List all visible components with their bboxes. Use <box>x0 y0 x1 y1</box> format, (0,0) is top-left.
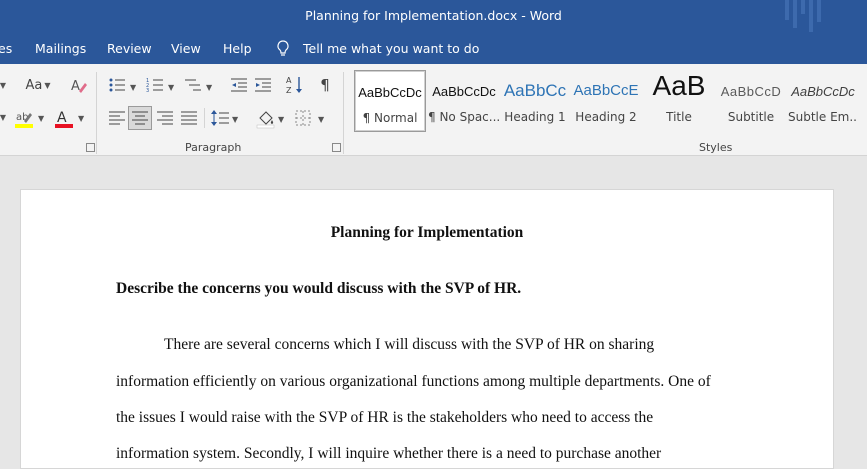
justify-icon[interactable] <box>180 109 198 127</box>
document-page[interactable]: Planning for Implementation Describe the… <box>20 189 834 469</box>
title-bar: Planning for Implementation.docx - Word <box>0 0 867 35</box>
clear-formatting-icon[interactable]: A <box>70 77 88 95</box>
svg-text:A: A <box>71 79 80 94</box>
sort-icon[interactable]: A Z <box>286 75 304 95</box>
font-dropdown-chevron[interactable]: ▼ <box>0 108 8 126</box>
tab-mailings[interactable]: Mailings <box>35 41 86 56</box>
font-size-dropdown[interactable]: ▼ <box>0 76 8 94</box>
ribbon: ▼ Aa ▼ A ▼ ab ▼ A ▼ ▼ 1 2 3 ▼ ▼ A Z ¶ ▼ … <box>0 64 867 156</box>
tab-review[interactable]: Review <box>107 41 152 56</box>
group-separator <box>343 72 344 154</box>
highlight-color-swatch <box>15 124 33 128</box>
style-sample: AaBbCc <box>503 81 567 100</box>
chevron-down-icon[interactable]: ▼ <box>206 83 212 92</box>
font-color-swatch <box>55 124 73 128</box>
svg-text:A: A <box>286 76 292 85</box>
line-spacing-icon[interactable] <box>210 109 230 127</box>
style-sample: AaB <box>652 70 706 101</box>
chevron-down-icon: ▼ <box>0 112 7 122</box>
align-right-icon[interactable] <box>156 109 174 127</box>
style-label: Subtitle <box>727 110 775 124</box>
chevron-down-icon[interactable]: ▼ <box>278 115 284 124</box>
style-label: Heading 2 <box>575 110 637 124</box>
bullets-icon[interactable] <box>108 76 126 94</box>
style-subtitle[interactable]: AaBbCcD Subtitle <box>716 70 786 132</box>
text-highlight-icon[interactable]: ab <box>14 108 36 130</box>
chevron-down-icon: ▼ <box>0 80 7 90</box>
align-center-button[interactable] <box>128 106 152 130</box>
change-case-button[interactable]: Aa ▼ <box>24 76 52 94</box>
paragraph-group-label: Paragraph <box>185 141 242 154</box>
style-sample: AaBbCcDc <box>791 84 855 99</box>
borders-icon[interactable] <box>294 109 312 127</box>
style-title[interactable]: AaB Title <box>644 70 714 132</box>
tab-view[interactable]: View <box>171 41 201 56</box>
paragraph-line: the issues I would raise with the SVP of… <box>116 409 654 426</box>
titlebar-decoration-icon <box>785 0 821 32</box>
multilevel-list-icon[interactable] <box>184 76 202 94</box>
chevron-down-icon[interactable]: ▼ <box>38 114 44 123</box>
style-sample: AaBbCcDc <box>432 84 496 99</box>
inline-separator <box>204 108 205 128</box>
group-separator <box>96 72 97 154</box>
font-color-icon[interactable]: A <box>54 108 74 130</box>
document-heading: Describe the concerns you would discuss … <box>116 280 522 297</box>
ribbon-tabs: es Mailings Review View Help Tell me wha… <box>0 35 867 64</box>
style-label: Subtle Em... <box>788 110 858 124</box>
chevron-down-icon[interactable]: ▼ <box>130 83 136 92</box>
style-heading-2[interactable]: AaBbCcE Heading 2 <box>572 70 640 132</box>
styles-gallery: AaBbCcDc ¶ Normal AaBbCcDc ¶ No Spac... … <box>354 70 867 134</box>
style-label: ¶ Normal <box>362 111 418 125</box>
font-dialog-launcher-icon[interactable] <box>86 143 95 152</box>
tab-references[interactable]: es <box>0 41 12 56</box>
svg-text:A: A <box>57 110 67 126</box>
chevron-down-icon: ▼ <box>44 80 51 90</box>
lightbulb-icon <box>277 40 289 56</box>
style-label: Title <box>666 110 692 124</box>
style-label: Heading 1 <box>504 110 566 124</box>
window-title: Planning for Implementation.docx - Word <box>305 8 562 23</box>
align-left-icon[interactable] <box>108 109 126 127</box>
style-sample: AaBbCcD <box>720 84 782 99</box>
chevron-down-icon[interactable]: ▼ <box>232 115 238 124</box>
style-heading-1[interactable]: AaBbCc Heading 1 <box>502 70 568 132</box>
document-canvas[interactable]: Planning for Implementation Describe the… <box>0 157 867 469</box>
show-formatting-icon[interactable]: ¶ <box>316 76 334 94</box>
chevron-down-icon[interactable]: ▼ <box>168 83 174 92</box>
style-label: ¶ No Spac... <box>428 110 500 124</box>
document-title: Planning for Implementation <box>330 224 524 241</box>
increase-indent-icon[interactable] <box>254 76 272 94</box>
paragraph-dialog-launcher-icon[interactable] <box>332 143 341 152</box>
change-case-label: Aa <box>25 77 43 93</box>
align-center-icon <box>132 111 148 125</box>
tell-me-search[interactable]: Tell me what you want to do <box>303 41 479 56</box>
chevron-down-icon[interactable]: ▼ <box>318 115 324 124</box>
paragraph-line: information efficiently on various organ… <box>116 373 711 390</box>
chevron-down-icon[interactable]: ▼ <box>78 114 84 123</box>
style-no-spacing[interactable]: AaBbCcDc ¶ No Spac... <box>428 70 500 132</box>
style-subtle-emphasis[interactable]: AaBbCcDc Subtle Em... <box>788 70 858 132</box>
style-sample: AaBbCcE <box>573 82 639 99</box>
svg-text:Z: Z <box>286 86 292 95</box>
svg-text:3: 3 <box>146 88 149 94</box>
paragraph-line: information system. Secondly, I will inq… <box>116 445 662 462</box>
styles-group-label: Styles <box>699 141 733 154</box>
shading-icon[interactable] <box>256 109 276 129</box>
paragraph-line: There are several concerns which I will … <box>164 336 655 353</box>
decrease-indent-icon[interactable] <box>230 76 248 94</box>
numbering-icon[interactable]: 1 2 3 <box>146 76 164 94</box>
style-sample: AaBbCcDc <box>358 85 422 100</box>
style-normal[interactable]: AaBbCcDc ¶ Normal <box>354 70 426 132</box>
tab-help[interactable]: Help <box>223 41 252 56</box>
